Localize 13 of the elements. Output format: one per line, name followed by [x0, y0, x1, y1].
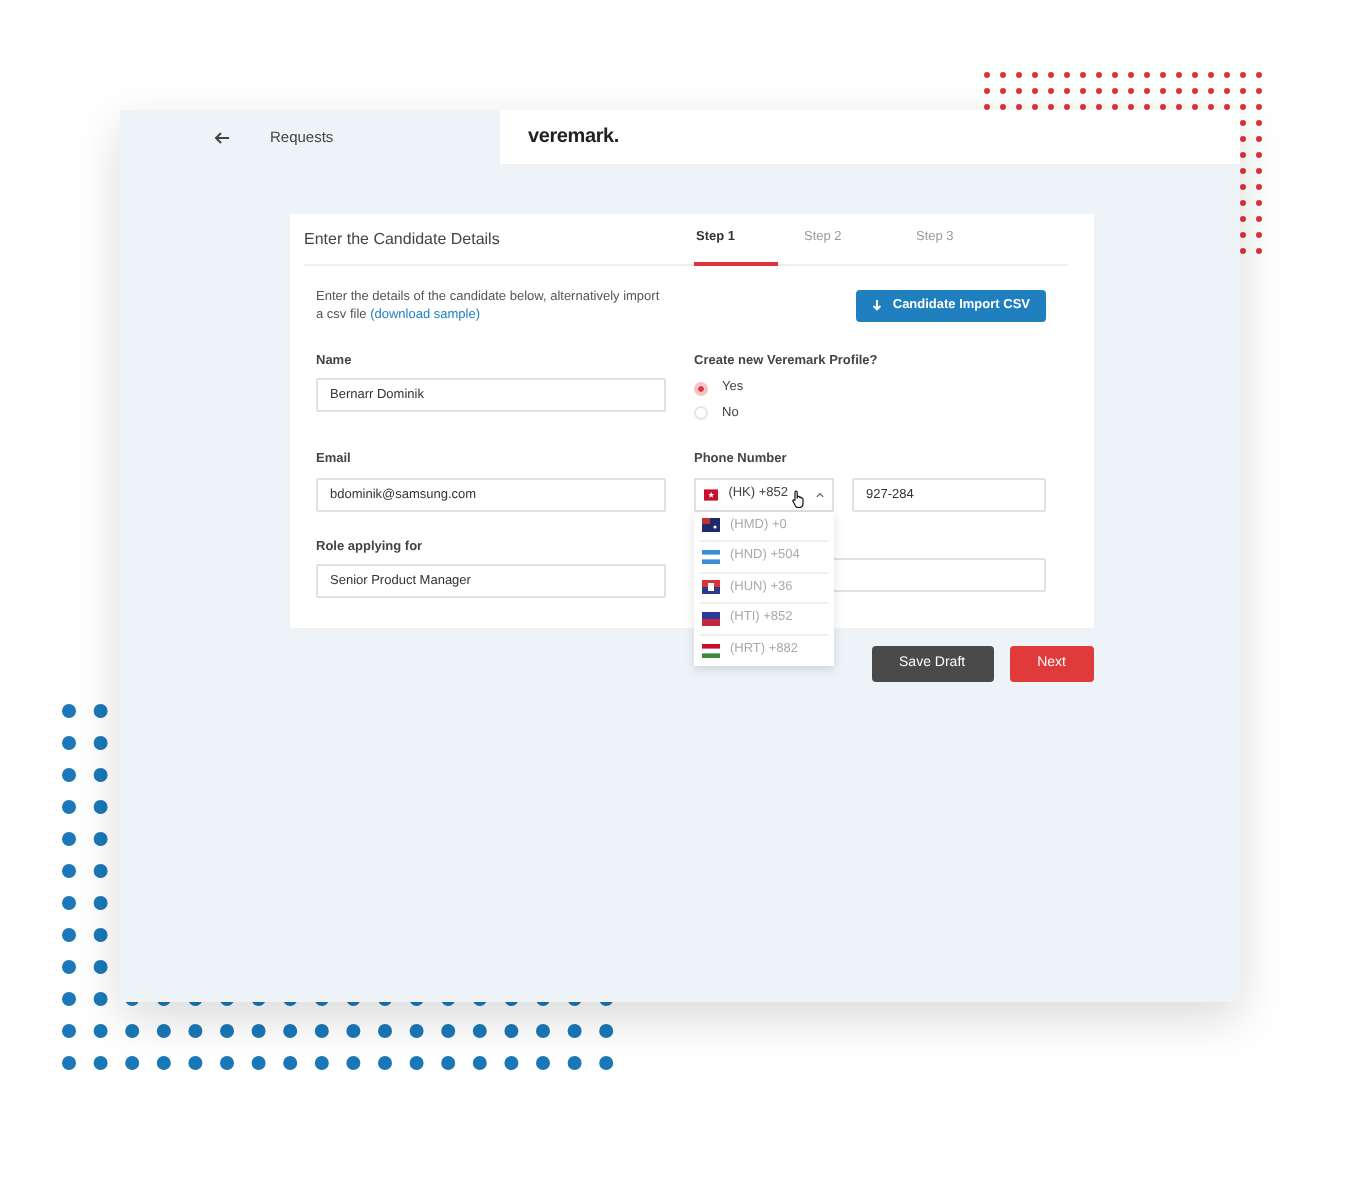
flag-icon — [702, 549, 720, 564]
back-arrow-icon[interactable] — [214, 131, 230, 143]
radio-button[interactable] — [694, 381, 708, 396]
caret-icon — [816, 491, 824, 498]
flag-icon — [702, 580, 720, 595]
radio-button[interactable] — [694, 406, 708, 421]
flag-icon — [702, 611, 720, 626]
flag-icon — [704, 487, 719, 502]
form-title: Enter the Candidate Details — [304, 227, 502, 251]
flag-icon — [702, 518, 720, 533]
download-icon — [872, 300, 883, 312]
flag-icon — [702, 643, 720, 658]
logo: veremark. — [528, 124, 619, 152]
